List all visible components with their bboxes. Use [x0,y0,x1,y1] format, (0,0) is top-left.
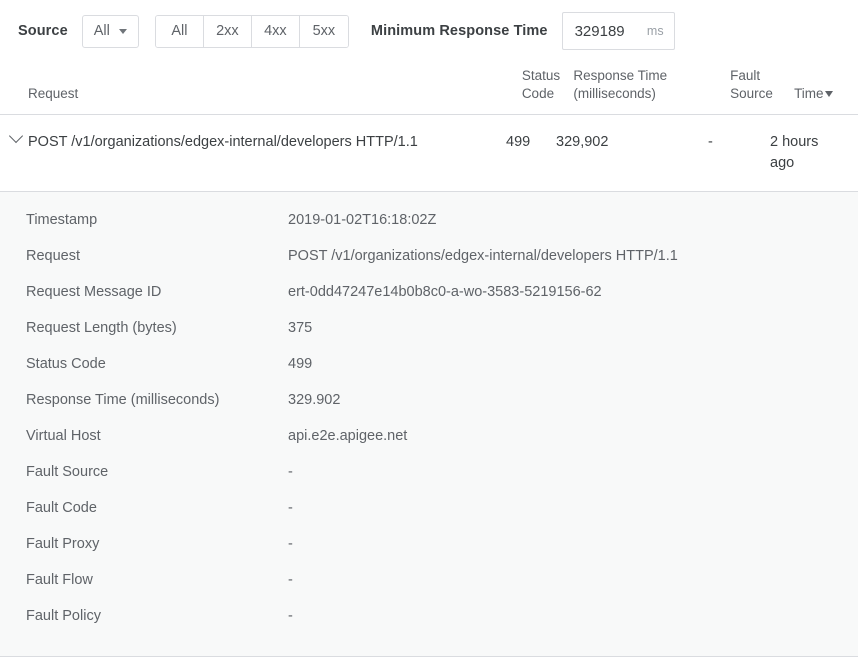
status-filter-2xx[interactable]: 2xx [204,16,252,47]
detail-row-status-code: Status Code 499 [0,354,858,390]
milliseconds-unit-label: ms [647,24,664,38]
status-filter-all[interactable]: All [156,16,204,47]
column-header-response-time[interactable]: Response Time (milliseconds) [573,62,730,114]
detail-row-timestamp: Timestamp 2019-01-02T16:18:02Z [0,210,858,246]
detail-label-fault-source: Fault Source [0,462,288,482]
column-header-time[interactable]: Time [794,62,858,114]
detail-row-request: Request POST /v1/organizations/edgex-int… [0,246,858,282]
detail-row-fault-policy: Fault Policy - [0,606,858,642]
minimum-response-time-label: Minimum Response Time [371,23,548,39]
detail-label-response-time: Response Time (milliseconds) [0,390,288,410]
detail-row-fault-source: Fault Source - [0,462,858,498]
chevron-down-icon [9,129,23,143]
detail-label-fault-proxy: Fault Proxy [0,534,288,554]
chevron-down-icon [119,29,127,34]
row-cell-response-time: 329,902 [556,132,708,153]
detail-value-virtual-host: api.e2e.apigee.net [288,426,407,446]
status-filter-5xx[interactable]: 5xx [300,16,348,47]
status-class-filter-group[interactable]: All 2xx 4xx 5xx [155,15,349,48]
source-filter-dropdown[interactable]: All [82,15,139,48]
detail-row-response-time: Response Time (milliseconds) 329.902 [0,390,858,426]
table-row[interactable]: POST /v1/organizations/edgex-internal/de… [0,115,858,191]
detail-label-status-code: Status Code [0,354,288,374]
row-cell-status-code: 499 [506,132,556,153]
detail-row-fault-flow: Fault Flow - [0,570,858,606]
row-cell-request: POST /v1/organizations/edgex-internal/de… [28,132,506,153]
request-detail-panel: Timestamp 2019-01-02T16:18:02Z Request P… [0,192,858,657]
detail-value-status-code: 499 [288,354,312,374]
filter-toolbar: Source All All 2xx 4xx 5xx Minimum Respo… [0,0,858,62]
traffic-table-header: Request Status Code Response Time (milli… [0,62,858,114]
detail-value-request: POST /v1/organizations/edgex-internal/de… [288,246,678,266]
detail-label-fault-flow: Fault Flow [0,570,288,590]
detail-value-request-message-id: ert-0dd47247e14b0b8c0-a-wo-3583-5219156-… [288,282,602,302]
column-header-request[interactable]: Request [0,62,522,114]
detail-row-virtual-host: Virtual Host api.e2e.apigee.net [0,426,858,462]
detail-label-fault-policy: Fault Policy [0,606,288,626]
row-cell-time: 2 hours ago [770,132,832,173]
detail-label-request-message-id: Request Message ID [0,282,288,302]
detail-value-fault-code: - [288,498,293,518]
detail-value-fault-source: - [288,462,293,482]
detail-value-request-length: 375 [288,318,312,338]
row-cell-fault-source: - [708,132,770,153]
detail-label-fault-code: Fault Code [0,498,288,518]
detail-value-fault-policy: - [288,606,293,626]
table-header-row: Request Status Code Response Time (milli… [0,62,858,114]
column-header-time-label: Time [794,86,824,101]
detail-value-fault-flow: - [288,570,293,590]
source-filter-value: All [94,23,110,39]
detail-value-fault-proxy: - [288,534,293,554]
minimum-response-time-input[interactable] [575,23,641,40]
detail-row-request-message-id: Request Message ID ert-0dd47247e14b0b8c0… [0,282,858,318]
detail-label-request-length: Request Length (bytes) [0,318,288,338]
detail-label-request: Request [0,246,288,266]
detail-value-timestamp: 2019-01-02T16:18:02Z [288,210,436,230]
detail-row-fault-proxy: Fault Proxy - [0,534,858,570]
detail-row-fault-code: Fault Code - [0,498,858,534]
detail-label-timestamp: Timestamp [0,210,288,230]
row-expander[interactable] [0,132,28,141]
column-header-fault-source[interactable]: Fault Source [730,62,794,114]
detail-label-virtual-host: Virtual Host [0,426,288,446]
triangle-down-icon [825,91,833,97]
detail-row-request-length: Request Length (bytes) 375 [0,318,858,354]
detail-value-response-time: 329.902 [288,390,340,410]
minimum-response-time-field[interactable]: ms [562,12,675,50]
column-header-status-code[interactable]: Status Code [522,62,574,114]
source-label: Source [18,23,68,39]
status-filter-4xx[interactable]: 4xx [252,16,300,47]
